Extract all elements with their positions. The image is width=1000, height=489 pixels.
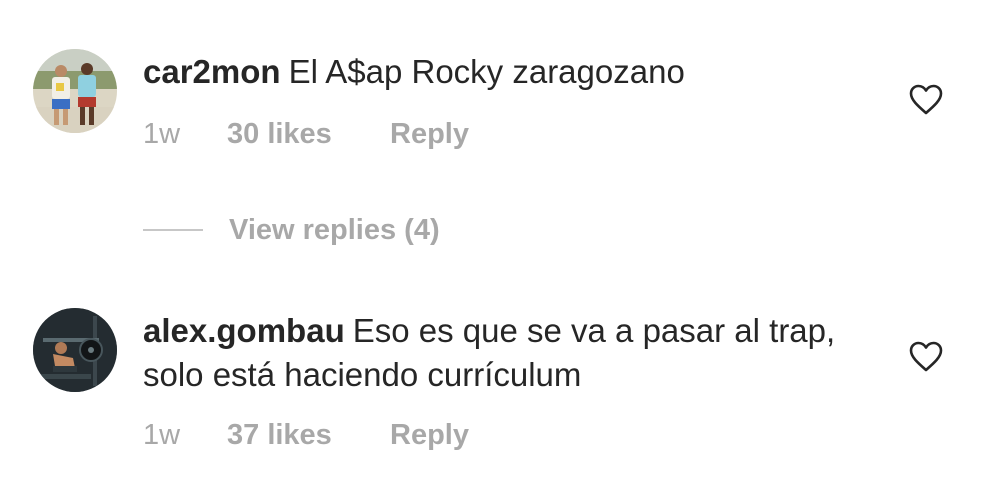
comment-likes[interactable]: 37 likes [227, 419, 390, 452]
avatar[interactable] [33, 308, 117, 392]
comment-likes[interactable]: 30 likes [227, 118, 390, 151]
photo-two-people-avatar-icon [33, 49, 117, 133]
view-replies-label: View replies (4) [229, 213, 440, 246]
comment-username[interactable]: car2mon [143, 53, 281, 90]
reply-button[interactable]: Reply [390, 419, 469, 452]
comment-username[interactable]: alex.gombau [143, 312, 345, 349]
heart-outline-icon[interactable] [909, 341, 943, 373]
comment-body: car2mon El A$ap Rocky zaragozano [143, 50, 863, 94]
heart-outline-icon[interactable] [909, 84, 943, 116]
comment-body: alex.gombau Eso es que se va a pasar al t… [143, 309, 863, 397]
comment-meta: 1w 37 likes Reply [143, 415, 469, 455]
reply-button[interactable]: Reply [390, 118, 469, 151]
comment-time: 1w [143, 117, 181, 150]
comment-meta: 1w 30 likes Reply [143, 114, 469, 154]
comment-text: El A$ap Rocky zaragozano [288, 53, 685, 90]
view-replies-button[interactable]: View replies (4) [143, 208, 440, 252]
photo-gym-avatar-icon [33, 308, 117, 392]
avatar[interactable] [33, 49, 117, 133]
comment-time: 1w [143, 418, 181, 451]
divider-line [143, 229, 203, 231]
